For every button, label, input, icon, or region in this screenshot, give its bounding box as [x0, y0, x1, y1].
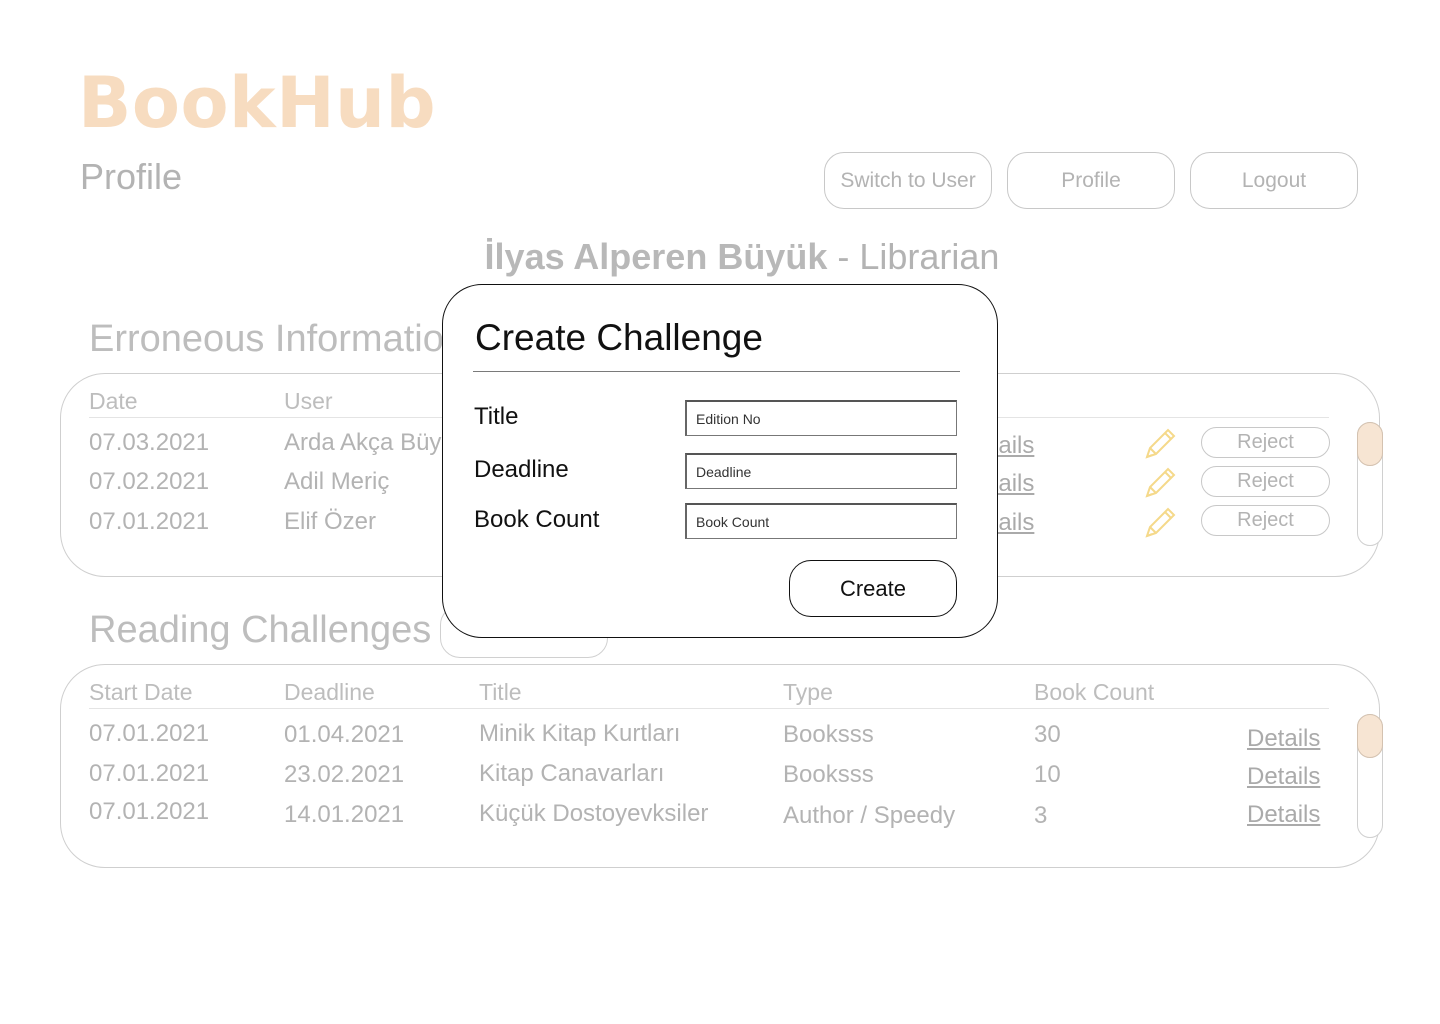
- details-link[interactable]: Details: [1247, 725, 1320, 753]
- pencil-icon[interactable]: [1143, 466, 1177, 500]
- create-button[interactable]: Create: [789, 560, 957, 617]
- row-user: Adil Meriç: [284, 468, 390, 495]
- details-link[interactable]: Details: [1247, 801, 1320, 829]
- page-title: Profile: [80, 156, 183, 197]
- user-role: Librarian: [859, 236, 1000, 277]
- row-type: Booksss: [783, 761, 874, 788]
- challenges-panel: Start Date Deadline Title Type Book Coun…: [60, 664, 1383, 868]
- erroneous-section-title: Erroneous Information: [89, 318, 465, 360]
- logout-button[interactable]: Logout: [1190, 152, 1358, 209]
- row-title: Minik Kitap Kurtları: [479, 720, 681, 747]
- row-title: Küçük Dostoyevksiler: [479, 800, 709, 827]
- modal-title: Create Challenge: [475, 317, 763, 358]
- title-label: Title: [474, 403, 519, 430]
- challenges-scrollbar[interactable]: [1357, 714, 1383, 838]
- row-date: 07.03.2021: [89, 429, 210, 456]
- row-user: Elif Özer: [284, 508, 377, 535]
- row-start-date: 07.01.2021: [89, 760, 210, 787]
- row-start-date: 07.01.2021: [89, 720, 210, 747]
- header-divider: [89, 708, 1329, 709]
- reject-button[interactable]: Reject: [1201, 427, 1330, 458]
- title-input[interactable]: [685, 400, 957, 436]
- row-date: 07.02.2021: [89, 468, 210, 495]
- deadline-input[interactable]: [685, 453, 957, 489]
- header-book-count: Book Count: [1034, 679, 1155, 705]
- row-title: Kitap Canavarları: [479, 760, 665, 787]
- row-deadline: 01.04.2021: [284, 721, 405, 748]
- header-type: Type: [783, 679, 833, 705]
- book-count-label: Book Count: [474, 506, 600, 533]
- row-book-count: 10: [1034, 761, 1061, 788]
- header-date: Date: [89, 388, 138, 414]
- challenges-section-title: Reading Challenges: [89, 609, 432, 651]
- profile-button[interactable]: Profile: [1007, 152, 1175, 209]
- pencil-icon[interactable]: [1143, 427, 1177, 461]
- modal-divider: [473, 371, 960, 372]
- book-count-input[interactable]: [685, 503, 957, 539]
- header-start-date: Start Date: [89, 679, 193, 705]
- pencil-icon[interactable]: [1143, 506, 1177, 540]
- row-date: 07.01.2021: [89, 508, 210, 535]
- reject-button[interactable]: Reject: [1201, 466, 1330, 497]
- user-heading: İlyas Alperen Büyük - Librarian: [0, 236, 1440, 278]
- switch-to-user-button[interactable]: Switch to User: [824, 152, 992, 209]
- scrollbar-thumb[interactable]: [1357, 422, 1383, 466]
- row-deadline: 14.01.2021: [284, 801, 405, 828]
- erroneous-scrollbar[interactable]: [1357, 422, 1383, 546]
- deadline-label: Deadline: [474, 456, 569, 483]
- scrollbar-thumb[interactable]: [1357, 714, 1383, 758]
- user-name: İlyas Alperen Büyük: [484, 236, 828, 277]
- header-deadline: Deadline: [284, 679, 375, 705]
- reject-button[interactable]: Reject: [1201, 505, 1330, 536]
- row-deadline: 23.02.2021: [284, 761, 405, 788]
- create-challenge-modal: Create Challenge Title Deadline Book Cou…: [442, 284, 998, 638]
- user-separator: -: [827, 236, 860, 277]
- details-link[interactable]: Details: [1247, 763, 1320, 791]
- row-book-count: 3: [1034, 802, 1048, 829]
- row-type: Booksss: [783, 721, 874, 748]
- row-start-date: 07.01.2021: [89, 798, 210, 825]
- row-user: Arda Akça Büyük: [284, 429, 467, 456]
- row-type: Author / Speedy: [783, 802, 956, 829]
- header-title: Title: [479, 679, 522, 705]
- app-logo: BookHub: [78, 62, 437, 144]
- row-book-count: 30: [1034, 721, 1061, 748]
- header-user: User: [284, 388, 333, 414]
